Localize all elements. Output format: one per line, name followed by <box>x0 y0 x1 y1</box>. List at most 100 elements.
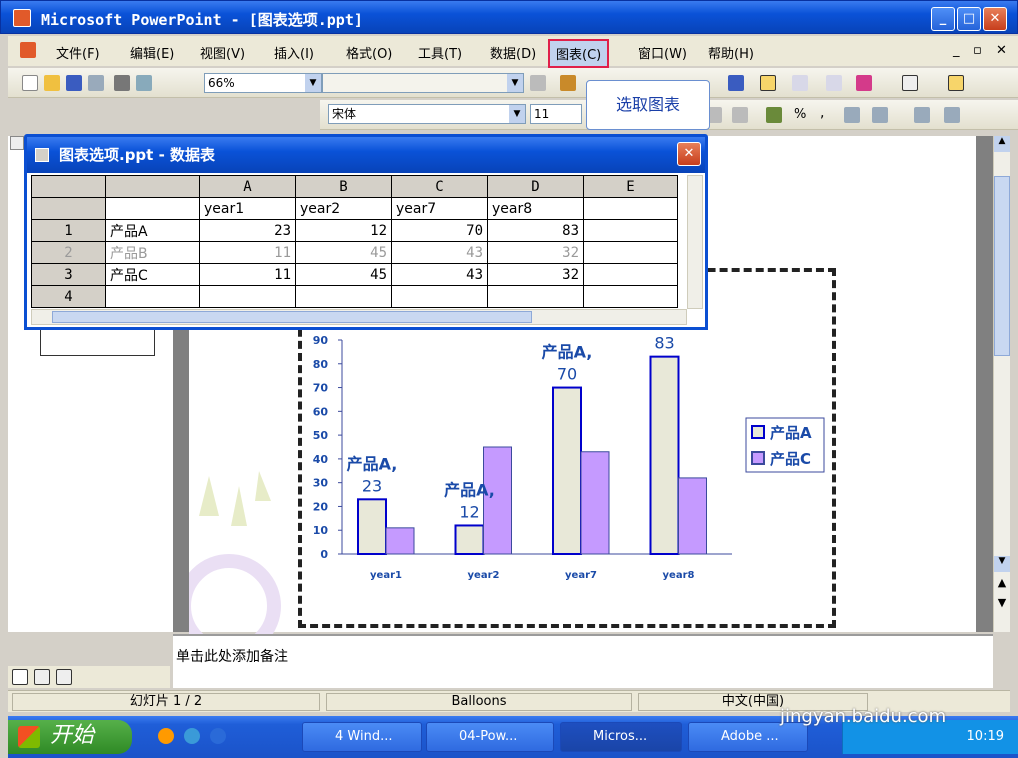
table-cell[interactable] <box>583 285 678 308</box>
chevron-down-icon[interactable]: ▼ <box>509 105 525 123</box>
font-combo[interactable]: 宋体 ▼ <box>328 104 526 124</box>
datasheet-hscrollbar[interactable] <box>31 309 687 325</box>
align-right-icon[interactable] <box>732 107 748 123</box>
row-label[interactable]: 产品C <box>105 263 200 286</box>
table-cell[interactable]: 12 <box>295 219 392 242</box>
table-cell[interactable]: 70 <box>391 219 488 242</box>
doc-close-icon[interactable]: ✕ <box>996 43 1007 58</box>
menu-tools[interactable]: 工具(T) <box>418 43 462 62</box>
format-selection-icon[interactable] <box>530 75 546 91</box>
menu-file[interactable]: 文件(F) <box>56 43 100 62</box>
menu-data[interactable]: 数据(D) <box>490 43 536 62</box>
close-button[interactable]: ✕ <box>983 7 1007 31</box>
datasheet-icon[interactable] <box>760 75 776 91</box>
row-header[interactable]: 4 <box>31 285 106 308</box>
menu-help[interactable]: 帮助(H) <box>708 43 754 62</box>
document-icon[interactable] <box>20 42 36 58</box>
row-header[interactable]: 2 <box>31 241 106 264</box>
column-header[interactable]: C <box>391 175 488 198</box>
task-word[interactable]: 04-Pow... <box>426 722 554 752</box>
table-cell[interactable] <box>295 285 392 308</box>
by-row-icon[interactable] <box>792 75 808 91</box>
currency-icon[interactable] <box>766 107 782 123</box>
doc-minimize-icon[interactable]: _ <box>953 43 960 58</box>
table-cell[interactable] <box>487 285 584 308</box>
row-header[interactable] <box>31 197 106 220</box>
table-cell[interactable]: 23 <box>199 219 296 242</box>
print-preview-icon[interactable] <box>136 75 152 91</box>
table-cell[interactable] <box>105 197 200 220</box>
browser-icon[interactable] <box>184 728 200 744</box>
slide-show-icon[interactable] <box>56 669 72 685</box>
table-cell[interactable]: year1 <box>199 197 296 220</box>
angle-text-up-icon[interactable] <box>944 107 960 123</box>
chart-type-icon[interactable] <box>856 75 872 91</box>
percent-icon[interactable]: % <box>794 107 806 122</box>
permission-icon[interactable] <box>88 75 104 91</box>
zoom-combo[interactable]: 66% ▼ <box>204 73 322 93</box>
vertical-scrollbar[interactable]: ▲ ▼ ▲ ▼ <box>993 136 1010 632</box>
menu-insert[interactable]: 插入(I) <box>274 43 314 62</box>
new-icon[interactable] <box>22 75 38 91</box>
angle-text-icon[interactable] <box>914 107 930 123</box>
column-header[interactable] <box>105 175 200 198</box>
table-cell[interactable]: 83 <box>487 219 584 242</box>
undo-icon[interactable] <box>728 75 744 91</box>
decrease-decimal-icon[interactable] <box>872 107 888 123</box>
chart-objects-combo[interactable]: ▼ <box>322 73 524 93</box>
start-button[interactable]: 开始 <box>8 720 132 754</box>
table-cell[interactable]: 32 <box>487 241 584 264</box>
scroll-thumb[interactable] <box>52 311 532 323</box>
chevron-down-icon[interactable]: ▼ <box>305 74 321 92</box>
row-header[interactable]: 3 <box>31 263 106 286</box>
increase-decimal-icon[interactable] <box>844 107 860 123</box>
menu-edit[interactable]: 编辑(E) <box>130 43 174 62</box>
doc-restore-icon[interactable]: ▫ <box>973 43 982 58</box>
scroll-up-icon[interactable]: ▲ <box>994 136 1010 152</box>
column-header[interactable]: B <box>295 175 392 198</box>
corner-cell[interactable] <box>31 175 106 198</box>
save-icon[interactable] <box>66 75 82 91</box>
table-cell[interactable]: 45 <box>295 241 392 264</box>
table-cell[interactable]: year2 <box>295 197 392 220</box>
row-label[interactable]: 产品B <box>105 241 200 264</box>
table-cell[interactable] <box>199 285 296 308</box>
notes-pane[interactable]: 单击此处添加备注 <box>173 634 993 688</box>
font-size-combo[interactable]: 11 <box>530 104 582 124</box>
column-header[interactable]: A <box>199 175 296 198</box>
task-powerpoint[interactable]: Micros... <box>560 722 682 752</box>
menu-view[interactable]: 视图(V) <box>200 43 245 62</box>
datasheet-close-button[interactable]: ✕ <box>677 142 701 166</box>
gridlines-icon[interactable] <box>902 75 918 91</box>
powerpoint-app-icon[interactable] <box>13 9 31 27</box>
table-cell[interactable] <box>583 219 678 242</box>
scroll-thumb[interactable] <box>994 176 1010 356</box>
column-header[interactable]: E <box>583 175 678 198</box>
comma-icon[interactable]: , <box>820 105 824 121</box>
table-cell[interactable]: 11 <box>199 263 296 286</box>
print-icon[interactable] <box>114 75 130 91</box>
table-cell[interactable]: 43 <box>391 241 488 264</box>
row-header[interactable]: 1 <box>31 219 106 242</box>
slide-sorter-icon[interactable] <box>34 669 50 685</box>
column-header[interactable]: D <box>487 175 584 198</box>
menu-window[interactable]: 窗口(W) <box>638 43 687 62</box>
scroll-down-icon[interactable]: ▼ <box>994 556 1010 572</box>
datasheet-titlebar[interactable]: 图表选项.ppt - 数据表 ✕ <box>27 137 705 173</box>
by-column-icon[interactable] <box>826 75 842 91</box>
table-cell[interactable] <box>391 285 488 308</box>
table-cell[interactable] <box>583 263 678 286</box>
import-file-icon[interactable] <box>560 75 576 91</box>
datasheet-vscrollbar[interactable] <box>687 175 703 309</box>
menu-format[interactable]: 格式(O) <box>346 43 392 62</box>
table-cell[interactable]: 11 <box>199 241 296 264</box>
table-cell[interactable] <box>583 241 678 264</box>
table-cell[interactable]: 43 <box>391 263 488 286</box>
table-cell[interactable]: year8 <box>487 197 584 220</box>
row-label[interactable] <box>105 285 200 308</box>
open-icon[interactable] <box>44 75 60 91</box>
row-label[interactable]: 产品A <box>105 219 200 242</box>
normal-view-icon[interactable] <box>12 669 28 685</box>
minimize-button[interactable]: _ <box>931 7 955 31</box>
table-cell[interactable]: 32 <box>487 263 584 286</box>
